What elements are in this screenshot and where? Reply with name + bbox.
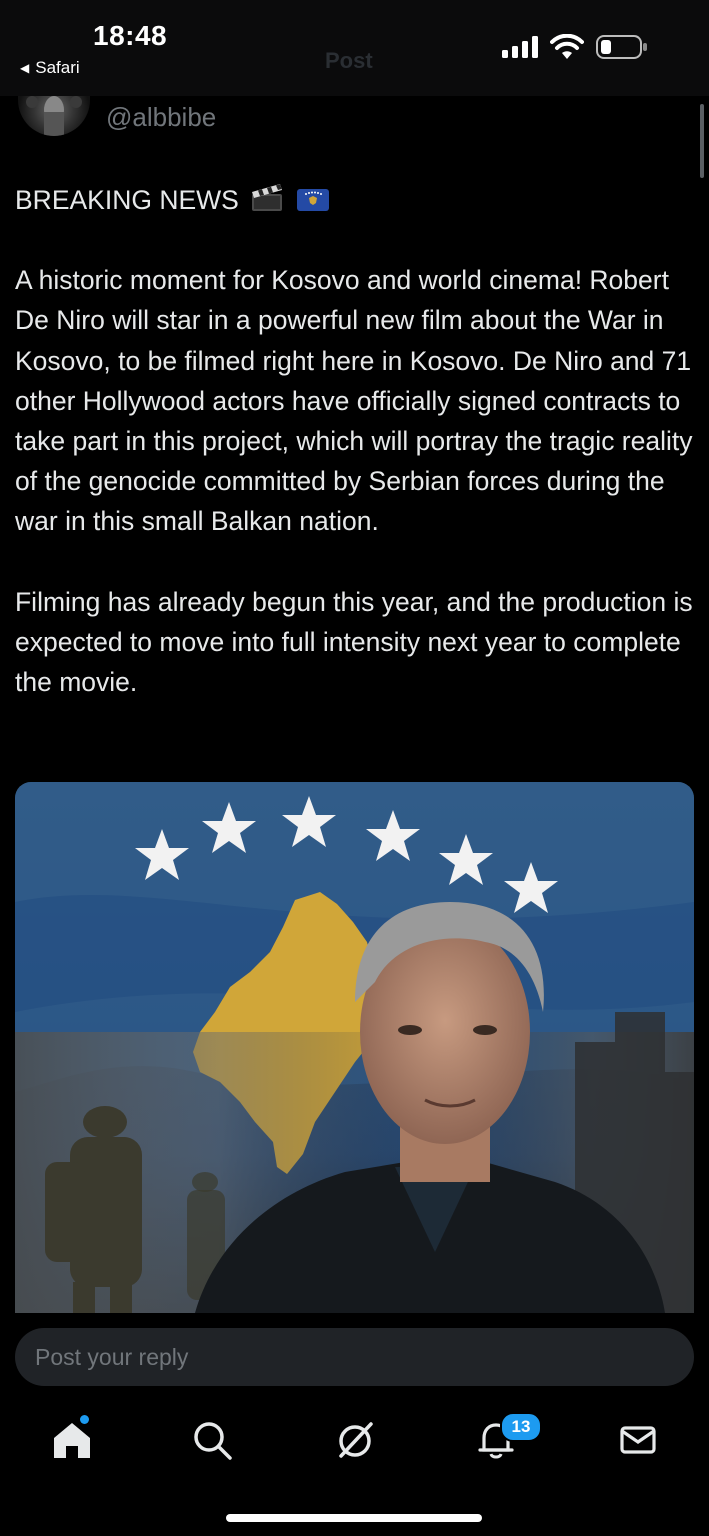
cellular-signal-icon (502, 36, 538, 58)
reply-input[interactable]: Post your reply (15, 1328, 694, 1386)
home-icon[interactable] (50, 1418, 94, 1462)
post-text: BREAKING NEWS A historic moment for Koso… (15, 180, 695, 742)
post-paragraph-filming: Filming has already begun this year, and… (15, 586, 693, 698)
post-image[interactable] (15, 782, 694, 1313)
status-time: 18:48 (93, 20, 168, 51)
post-paragraph-breaking: BREAKING NEWS (15, 180, 695, 220)
reply-placeholder: Post your reply (35, 1343, 189, 1370)
breaking-news-text: BREAKING NEWS (15, 185, 239, 215)
notifications-badge: 13 (500, 1412, 542, 1442)
author-handle[interactable]: @albbibe (106, 102, 216, 133)
kosovo-flag-portrait-image (15, 782, 694, 1313)
search-icon[interactable] (190, 1418, 234, 1462)
header-title: Post (325, 48, 373, 73)
status-bar: 18:48 ◀ Safari Post (0, 0, 709, 96)
back-triangle-icon: ◀ (20, 61, 30, 75)
avatar[interactable] (18, 92, 90, 136)
battery-icon (596, 35, 647, 59)
grok-icon[interactable] (333, 1418, 377, 1462)
kosovo-flag-icon (296, 189, 329, 211)
post-paragraph-main: A historic moment for Kosovo and world c… (15, 265, 693, 537)
clapper-board-icon (252, 184, 283, 211)
back-label: Safari (35, 58, 80, 77)
home-unread-dot (80, 1415, 89, 1424)
home-indicator (226, 1514, 482, 1522)
back-to-safari-link[interactable]: ◀ Safari (20, 58, 80, 78)
avatar-image (26, 96, 82, 136)
wifi-icon (550, 34, 584, 59)
messages-icon[interactable] (616, 1418, 660, 1462)
scrollbar[interactable] (700, 104, 704, 178)
